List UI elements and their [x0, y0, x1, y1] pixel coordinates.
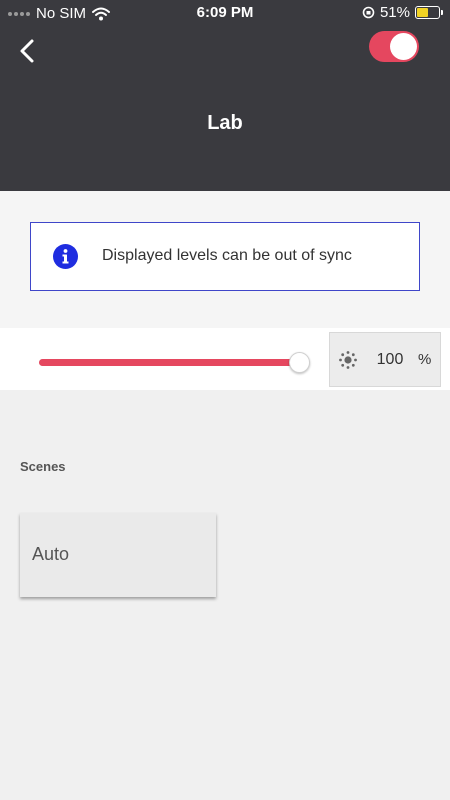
- battery-percent: 51%: [379, 4, 410, 21]
- back-button[interactable]: [14, 36, 42, 66]
- notice-section: Displayed levels can be out of sync: [0, 191, 450, 328]
- sync-notice: Displayed levels can be out of sync: [30, 222, 420, 291]
- status-right: 51%: [362, 4, 443, 21]
- brightness-unit: %: [418, 351, 432, 368]
- status-bar: No SIM 6:09 PM 51%: [0, 0, 450, 26]
- power-toggle[interactable]: [369, 31, 419, 62]
- brightness-slider[interactable]: [39, 359, 300, 366]
- brightness-level-box[interactable]: 100 %: [329, 332, 441, 387]
- header: No SIM 6:09 PM 51% Lab: [0, 0, 450, 191]
- info-icon: [53, 244, 78, 269]
- scenes-heading: Scenes: [20, 459, 66, 474]
- battery-icon: [415, 6, 443, 19]
- notice-text: Displayed levels can be out of sync: [102, 247, 352, 264]
- brightness-value[interactable]: 100: [370, 351, 410, 369]
- scene-button-auto[interactable]: Auto: [20, 513, 216, 597]
- brightness-icon: [339, 351, 357, 369]
- scene-button-label: Auto: [32, 544, 70, 564]
- chevron-left-icon: [20, 39, 34, 63]
- page-title: Lab: [207, 112, 243, 134]
- toggle-knob: [390, 33, 417, 60]
- brightness-row: 100 %: [0, 328, 450, 390]
- orientation-lock-icon: [362, 6, 375, 19]
- slider-thumb[interactable]: [289, 352, 310, 373]
- slider-fill: [39, 359, 300, 366]
